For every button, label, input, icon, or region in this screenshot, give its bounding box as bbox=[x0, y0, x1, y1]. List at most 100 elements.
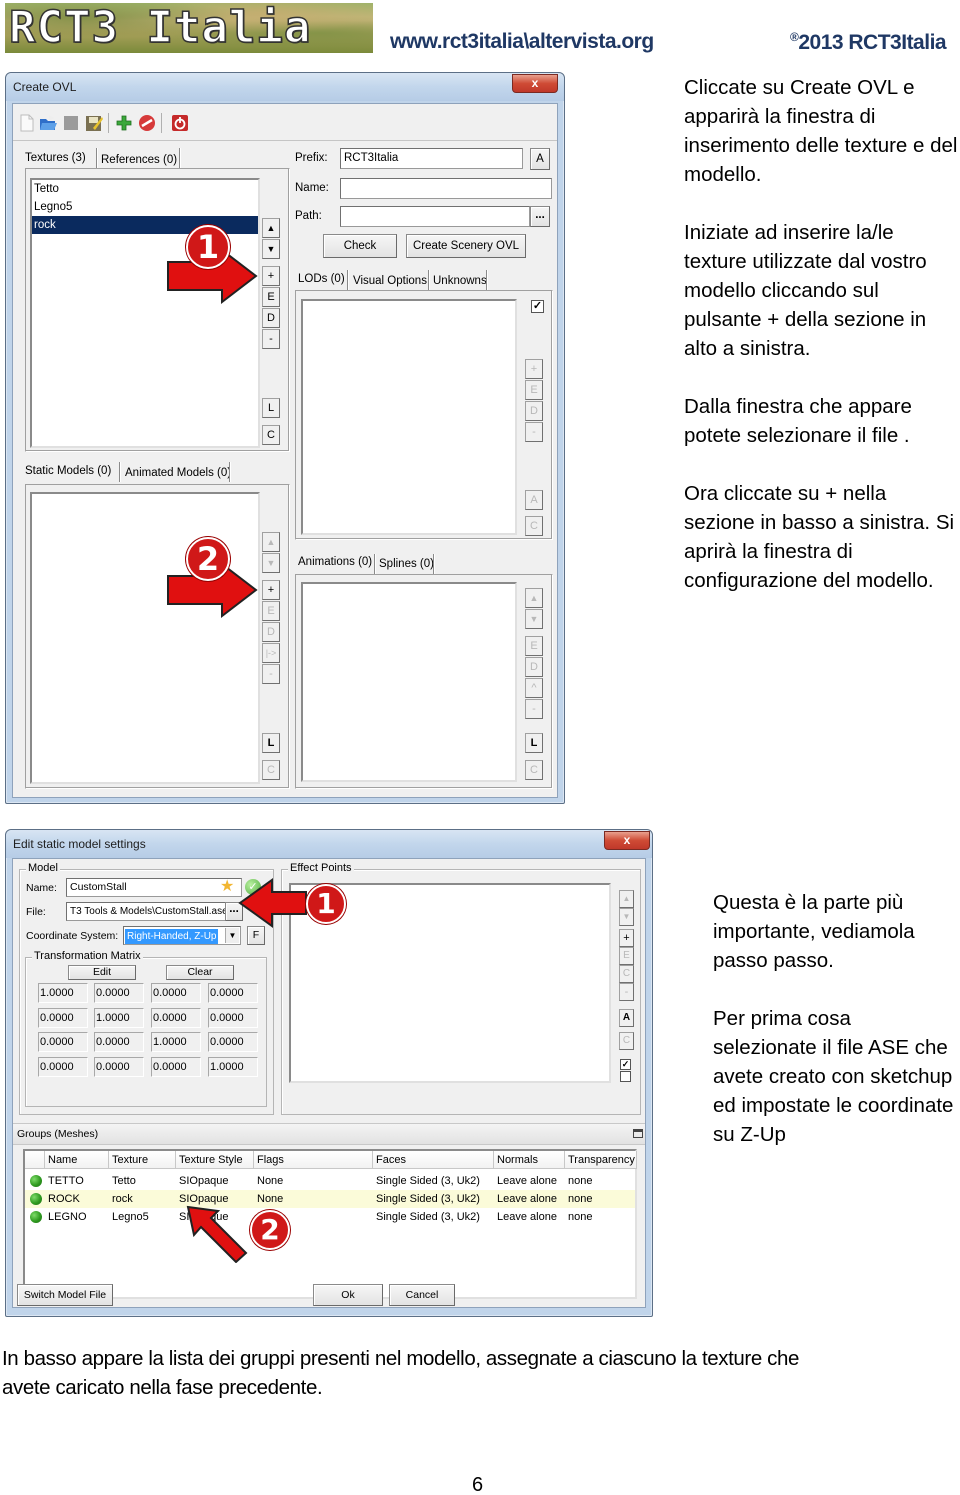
tab-lods[interactable]: LODs (0) bbox=[298, 273, 345, 285]
path-input[interactable] bbox=[340, 206, 530, 227]
clear-animation-button[interactable]: C bbox=[525, 760, 543, 780]
prefix-auto-button[interactable]: A bbox=[530, 148, 550, 170]
open-folder-icon[interactable] bbox=[39, 114, 57, 132]
column-header[interactable]: Texture Style bbox=[176, 1151, 254, 1169]
tab-splines[interactable]: Splines (0) bbox=[379, 558, 434, 570]
texture-item[interactable]: Tetto bbox=[32, 180, 258, 198]
textures-list[interactable]: Tetto Legno5 rock bbox=[30, 178, 260, 448]
effect-up-button[interactable]: ▲ bbox=[619, 890, 634, 908]
matrix-cell[interactable]: 1.0000 bbox=[94, 1008, 144, 1028]
restore-icon[interactable] bbox=[633, 1129, 643, 1138]
tab-unknowns[interactable]: Unknowns bbox=[433, 275, 487, 287]
matrix-cell[interactable]: 0.0000 bbox=[94, 1032, 144, 1052]
clear-button[interactable]: C bbox=[262, 425, 280, 445]
duplicate-texture-button[interactable]: D bbox=[262, 308, 280, 328]
tab-textures[interactable]: Textures (3) bbox=[25, 152, 86, 164]
remove-model-button[interactable]: - bbox=[262, 664, 280, 684]
matrix-cell[interactable]: 0.0000 bbox=[94, 1057, 144, 1077]
matrix-cell[interactable]: 0.0000 bbox=[208, 1008, 258, 1028]
load-model-button[interactable]: L bbox=[262, 733, 280, 753]
matrix-edit-button[interactable]: Edit bbox=[68, 965, 136, 980]
move-up-button[interactable]: ▲ bbox=[262, 218, 280, 238]
prefix-input[interactable]: RCT3Italia bbox=[340, 148, 523, 169]
site-url[interactable]: www.rct3italia\altervista.org bbox=[390, 30, 654, 54]
matrix-cell[interactable]: 1.0000 bbox=[151, 1032, 201, 1052]
animation-caret-button[interactable]: ^ bbox=[525, 678, 543, 698]
effect-down-button[interactable]: ▼ bbox=[619, 908, 634, 926]
matrix-cell[interactable]: 0.0000 bbox=[208, 983, 258, 1003]
matrix-cell[interactable]: 0.0000 bbox=[208, 1032, 258, 1052]
table-cell[interactable]: none bbox=[565, 1190, 637, 1208]
add-effect-button[interactable]: + bbox=[619, 929, 634, 947]
tab-visual-options[interactable]: Visual Options bbox=[353, 275, 427, 287]
matrix-cell[interactable]: 0.0000 bbox=[38, 1032, 88, 1052]
column-header[interactable]: Normals bbox=[494, 1151, 565, 1169]
animations-list[interactable] bbox=[301, 582, 517, 782]
chevron-down-icon[interactable]: ▼ bbox=[225, 928, 239, 943]
column-header[interactable]: Name bbox=[45, 1151, 109, 1169]
column-header[interactable]: Faces bbox=[373, 1151, 494, 1169]
effect-checkbox-1[interactable]: ✓ bbox=[620, 1059, 631, 1070]
column-header[interactable]: Transparency bbox=[565, 1151, 637, 1169]
remove-icon[interactable] bbox=[138, 114, 156, 132]
tab-references[interactable]: References (0) bbox=[101, 154, 177, 166]
edit-texture-button[interactable]: E bbox=[262, 287, 280, 307]
effect-checkbox-2[interactable] bbox=[620, 1071, 631, 1082]
save-as-icon[interactable] bbox=[85, 114, 103, 132]
remove-animation-button[interactable]: - bbox=[525, 699, 543, 719]
lods-list[interactable] bbox=[301, 299, 517, 535]
animation-up-button[interactable]: ▲ bbox=[525, 588, 543, 608]
create-scenery-ovl-button[interactable]: Create Scenery OVL bbox=[406, 234, 526, 258]
edit-model-button[interactable]: E bbox=[262, 601, 280, 621]
remove-texture-button[interactable]: - bbox=[262, 329, 280, 349]
model-down-button[interactable]: ▼ bbox=[262, 553, 280, 573]
table-cell[interactable]: Legno5 bbox=[109, 1208, 176, 1226]
load-button[interactable]: L bbox=[262, 398, 280, 418]
table-cell[interactable]: None bbox=[254, 1190, 373, 1208]
edit-lod-button[interactable]: E bbox=[525, 380, 543, 400]
coordinate-f-button[interactable]: F bbox=[247, 926, 265, 945]
clear-model-button[interactable]: C bbox=[262, 760, 280, 780]
tab-animated-models[interactable]: Animated Models (0) bbox=[125, 467, 231, 479]
tab-static-models[interactable]: Static Models (0) bbox=[25, 465, 111, 477]
table-cell[interactable]: Leave alone bbox=[494, 1190, 565, 1208]
switch-model-file-button[interactable]: Switch Model File bbox=[17, 1284, 113, 1306]
name-input[interactable] bbox=[340, 178, 552, 199]
clear-effect-button[interactable]: C bbox=[619, 1032, 634, 1050]
texture-item[interactable]: Legno5 bbox=[32, 198, 258, 216]
convert-model-button[interactable]: |-> bbox=[262, 643, 280, 663]
table-cell[interactable]: LEGNO bbox=[45, 1208, 109, 1226]
close-button[interactable]: x bbox=[604, 831, 650, 850]
table-cell[interactable]: Single Sided (3, Uk2) bbox=[373, 1208, 494, 1226]
matrix-cell[interactable]: 1.0000 bbox=[38, 983, 88, 1003]
animation-down-button[interactable]: ▼ bbox=[525, 609, 543, 629]
power-exit-icon[interactable] bbox=[171, 114, 189, 132]
matrix-clear-button[interactable]: Clear bbox=[166, 965, 234, 980]
auto-lod-button[interactable]: A bbox=[525, 490, 543, 510]
table-cell[interactable]: ROCK bbox=[45, 1190, 109, 1208]
table-cell[interactable]: Leave alone bbox=[494, 1208, 565, 1226]
table-cell[interactable]: Tetto bbox=[109, 1172, 176, 1190]
column-header[interactable]: Flags bbox=[254, 1151, 373, 1169]
duplicate-animation-button[interactable]: D bbox=[525, 657, 543, 677]
matrix-cell[interactable]: 0.0000 bbox=[94, 983, 144, 1003]
remove-lod-button[interactable]: - bbox=[525, 422, 543, 442]
table-cell[interactable]: Single Sided (3, Uk2) bbox=[373, 1172, 494, 1190]
duplicate-model-button[interactable]: D bbox=[262, 622, 280, 642]
table-row[interactable]: TETTO Tetto SIOpaque None Single Sided (3, U… bbox=[25, 1172, 635, 1190]
matrix-cell[interactable]: 0.0000 bbox=[151, 1057, 201, 1077]
table-cell[interactable]: TETTO bbox=[45, 1172, 109, 1190]
table-cell[interactable]: none bbox=[565, 1172, 637, 1190]
cancel-button[interactable]: Cancel bbox=[389, 1284, 455, 1306]
add-texture-button[interactable]: + bbox=[262, 266, 280, 286]
matrix-cell[interactable]: 0.0000 bbox=[38, 1008, 88, 1028]
add-icon[interactable] bbox=[115, 114, 133, 132]
edit-animation-button[interactable]: E bbox=[525, 636, 543, 656]
column-header[interactable]: Texture bbox=[109, 1151, 176, 1169]
lods-checkbox[interactable]: ✓ bbox=[531, 300, 544, 313]
auto-effect-button[interactable]: A bbox=[619, 1009, 634, 1027]
model-file-input[interactable]: T3 Tools & Models\CustomStall.ase bbox=[66, 902, 226, 921]
close-button[interactable]: x bbox=[512, 74, 558, 93]
tab-animations[interactable]: Animations (0) bbox=[298, 556, 372, 568]
matrix-cell[interactable]: 0.0000 bbox=[151, 1008, 201, 1028]
